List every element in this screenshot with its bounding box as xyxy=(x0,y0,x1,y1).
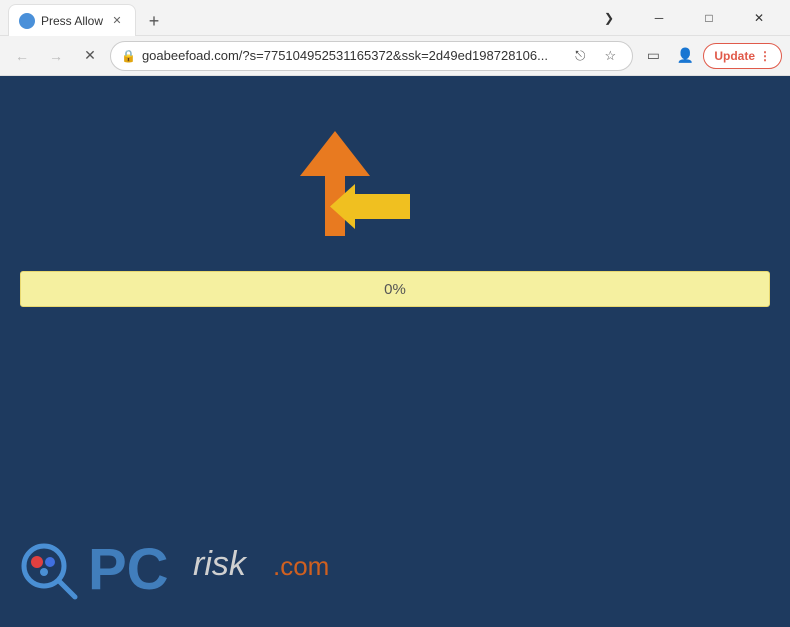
svg-text:PC: PC xyxy=(88,537,169,602)
svg-text:risk: risk xyxy=(193,545,248,583)
progress-bar: 0% xyxy=(20,271,770,307)
addressbar: ← → ✕ 🔒 goabeefoad.com/?s=77510495253116… xyxy=(0,36,790,76)
sidebar-icon[interactable]: ▭ xyxy=(639,42,667,70)
back-button[interactable]: ← xyxy=(8,42,36,70)
progress-label: 0% xyxy=(384,281,406,298)
update-chevron: ⋮ xyxy=(759,49,771,63)
reload-button[interactable]: ✕ xyxy=(76,42,104,70)
window-controls: ❯ ─ □ ✕ xyxy=(586,0,782,36)
tab-area: Press Allow ✕ + xyxy=(8,0,586,35)
bookmark-icon[interactable]: ☆ xyxy=(598,44,622,68)
new-tab-button[interactable]: + xyxy=(140,7,168,35)
pcrisk-logo-icon xyxy=(20,542,80,602)
tab-close-button[interactable]: ✕ xyxy=(109,13,125,29)
svg-text:.com: .com xyxy=(273,551,329,581)
close-button[interactable]: ✕ xyxy=(736,0,782,36)
url-text: goabeefoad.com/?s=775104952531165372&ssk… xyxy=(142,48,562,63)
tab-favicon xyxy=(19,13,35,29)
logo-text: PC risk .com xyxy=(88,537,338,607)
tab-title: Press Allow xyxy=(41,14,103,28)
forward-button[interactable]: → xyxy=(42,42,70,70)
share-icon[interactable]: ⎋ xyxy=(568,44,592,68)
chevron-down-button[interactable]: ❯ xyxy=(586,0,632,36)
lock-icon: 🔒 xyxy=(121,49,136,63)
titlebar: Press Allow ✕ + ❯ ─ □ ✕ xyxy=(0,0,790,36)
pcrisk-logo: PC risk .com xyxy=(20,537,338,607)
minimize-button[interactable]: ─ xyxy=(636,0,682,36)
update-label: Update xyxy=(714,49,755,63)
browser-content: 0% PC risk .com xyxy=(0,76,790,627)
profile-icon[interactable]: 👤 xyxy=(671,42,699,70)
update-button[interactable]: Update ⋮ xyxy=(703,43,782,69)
maximize-button[interactable]: □ xyxy=(686,0,732,36)
active-tab[interactable]: Press Allow ✕ xyxy=(8,4,136,36)
toolbar-right: ▭ 👤 Update ⋮ xyxy=(639,42,782,70)
yellow-arrow-icon xyxy=(330,184,410,229)
address-box[interactable]: 🔒 goabeefoad.com/?s=775104952531165372&s… xyxy=(110,41,633,71)
